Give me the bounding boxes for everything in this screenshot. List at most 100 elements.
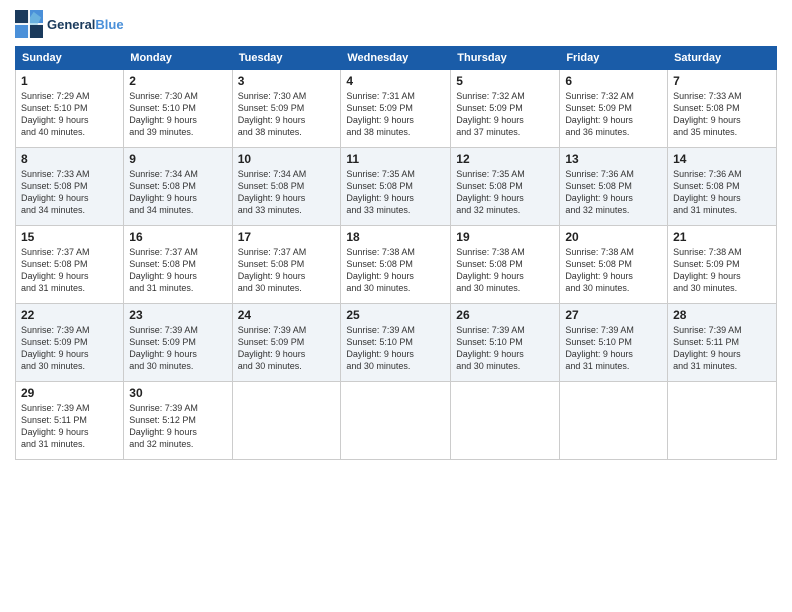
daylight-label: Daylight: 9 hours and 30 minutes.: [21, 349, 89, 371]
day-info: Sunrise: 7:39 AM Sunset: 5:10 PM Dayligh…: [346, 324, 445, 373]
weekday-header-cell: Sunday: [16, 47, 124, 70]
day-info: Sunrise: 7:38 AM Sunset: 5:09 PM Dayligh…: [673, 246, 771, 295]
weekday-header-cell: Monday: [124, 47, 232, 70]
calendar-day-cell: 27 Sunrise: 7:39 AM Sunset: 5:10 PM Dayl…: [560, 304, 668, 382]
day-info: Sunrise: 7:29 AM Sunset: 5:10 PM Dayligh…: [21, 90, 118, 139]
sunrise-label: Sunrise: 7:31 AM: [346, 91, 415, 101]
weekday-header-row: SundayMondayTuesdayWednesdayThursdayFrid…: [16, 47, 777, 70]
calendar-day-cell: 10 Sunrise: 7:34 AM Sunset: 5:08 PM Dayl…: [232, 148, 341, 226]
calendar-day-cell: 28 Sunrise: 7:39 AM Sunset: 5:11 PM Dayl…: [668, 304, 777, 382]
daylight-label: Daylight: 9 hours and 33 minutes.: [346, 193, 414, 215]
sunset-label: Sunset: 5:08 PM: [673, 103, 740, 113]
calendar-day-cell: 23 Sunrise: 7:39 AM Sunset: 5:09 PM Dayl…: [124, 304, 232, 382]
calendar-day-cell: 20 Sunrise: 7:38 AM Sunset: 5:08 PM Dayl…: [560, 226, 668, 304]
day-info: Sunrise: 7:39 AM Sunset: 5:11 PM Dayligh…: [673, 324, 771, 373]
calendar-day-cell: 5 Sunrise: 7:32 AM Sunset: 5:09 PM Dayli…: [451, 70, 560, 148]
calendar-day-cell: 22 Sunrise: 7:39 AM Sunset: 5:09 PM Dayl…: [16, 304, 124, 382]
sunrise-label: Sunrise: 7:37 AM: [21, 247, 90, 257]
daylight-label: Daylight: 9 hours and 35 minutes.: [673, 115, 741, 137]
calendar-day-cell: 3 Sunrise: 7:30 AM Sunset: 5:09 PM Dayli…: [232, 70, 341, 148]
daylight-label: Daylight: 9 hours and 32 minutes.: [456, 193, 524, 215]
sunrise-label: Sunrise: 7:36 AM: [565, 169, 634, 179]
day-info: Sunrise: 7:33 AM Sunset: 5:08 PM Dayligh…: [21, 168, 118, 217]
calendar-day-cell: 7 Sunrise: 7:33 AM Sunset: 5:08 PM Dayli…: [668, 70, 777, 148]
calendar-day-cell: 12 Sunrise: 7:35 AM Sunset: 5:08 PM Dayl…: [451, 148, 560, 226]
sunrise-label: Sunrise: 7:39 AM: [565, 325, 634, 335]
sunrise-label: Sunrise: 7:37 AM: [238, 247, 307, 257]
day-info: Sunrise: 7:32 AM Sunset: 5:09 PM Dayligh…: [565, 90, 662, 139]
daylight-label: Daylight: 9 hours and 32 minutes.: [565, 193, 633, 215]
daylight-label: Daylight: 9 hours and 38 minutes.: [238, 115, 306, 137]
day-info: Sunrise: 7:37 AM Sunset: 5:08 PM Dayligh…: [238, 246, 336, 295]
day-info: Sunrise: 7:35 AM Sunset: 5:08 PM Dayligh…: [346, 168, 445, 217]
day-info: Sunrise: 7:36 AM Sunset: 5:08 PM Dayligh…: [673, 168, 771, 217]
daylight-label: Daylight: 9 hours and 30 minutes.: [238, 271, 306, 293]
calendar-day-cell: 16 Sunrise: 7:37 AM Sunset: 5:08 PM Dayl…: [124, 226, 232, 304]
calendar-day-cell: 18 Sunrise: 7:38 AM Sunset: 5:08 PM Dayl…: [341, 226, 451, 304]
sunset-label: Sunset: 5:09 PM: [673, 259, 740, 269]
day-number: 13: [565, 152, 662, 166]
day-info: Sunrise: 7:31 AM Sunset: 5:09 PM Dayligh…: [346, 90, 445, 139]
sunrise-label: Sunrise: 7:38 AM: [456, 247, 525, 257]
sunrise-label: Sunrise: 7:38 AM: [673, 247, 742, 257]
calendar-day-cell: 8 Sunrise: 7:33 AM Sunset: 5:08 PM Dayli…: [16, 148, 124, 226]
calendar: SundayMondayTuesdayWednesdayThursdayFrid…: [15, 46, 777, 460]
day-number: 11: [346, 152, 445, 166]
daylight-label: Daylight: 9 hours and 32 minutes.: [129, 427, 197, 449]
calendar-week-row: 29 Sunrise: 7:39 AM Sunset: 5:11 PM Dayl…: [16, 382, 777, 460]
calendar-day-cell: 2 Sunrise: 7:30 AM Sunset: 5:10 PM Dayli…: [124, 70, 232, 148]
daylight-label: Daylight: 9 hours and 31 minutes.: [565, 349, 633, 371]
day-info: Sunrise: 7:35 AM Sunset: 5:08 PM Dayligh…: [456, 168, 554, 217]
sunset-label: Sunset: 5:08 PM: [673, 181, 740, 191]
day-number: 10: [238, 152, 336, 166]
sunset-label: Sunset: 5:12 PM: [129, 415, 196, 425]
sunset-label: Sunset: 5:08 PM: [346, 259, 413, 269]
day-number: 8: [21, 152, 118, 166]
day-number: 3: [238, 74, 336, 88]
sunset-label: Sunset: 5:08 PM: [129, 181, 196, 191]
daylight-label: Daylight: 9 hours and 33 minutes.: [238, 193, 306, 215]
sunset-label: Sunset: 5:10 PM: [21, 103, 88, 113]
daylight-label: Daylight: 9 hours and 30 minutes.: [129, 349, 197, 371]
sunrise-label: Sunrise: 7:39 AM: [21, 403, 90, 413]
day-number: 23: [129, 308, 226, 322]
calendar-body: 1 Sunrise: 7:29 AM Sunset: 5:10 PM Dayli…: [16, 70, 777, 460]
daylight-label: Daylight: 9 hours and 37 minutes.: [456, 115, 524, 137]
sunset-label: Sunset: 5:08 PM: [21, 259, 88, 269]
sunset-label: Sunset: 5:09 PM: [565, 103, 632, 113]
sunrise-label: Sunrise: 7:36 AM: [673, 169, 742, 179]
day-info: Sunrise: 7:38 AM Sunset: 5:08 PM Dayligh…: [456, 246, 554, 295]
calendar-day-cell: [560, 382, 668, 460]
sunrise-label: Sunrise: 7:32 AM: [456, 91, 525, 101]
daylight-label: Daylight: 9 hours and 30 minutes.: [346, 271, 414, 293]
calendar-week-row: 1 Sunrise: 7:29 AM Sunset: 5:10 PM Dayli…: [16, 70, 777, 148]
daylight-label: Daylight: 9 hours and 30 minutes.: [456, 271, 524, 293]
day-number: 25: [346, 308, 445, 322]
day-info: Sunrise: 7:39 AM Sunset: 5:10 PM Dayligh…: [565, 324, 662, 373]
calendar-day-cell: [341, 382, 451, 460]
calendar-day-cell: 29 Sunrise: 7:39 AM Sunset: 5:11 PM Dayl…: [16, 382, 124, 460]
daylight-label: Daylight: 9 hours and 36 minutes.: [565, 115, 633, 137]
calendar-week-row: 15 Sunrise: 7:37 AM Sunset: 5:08 PM Dayl…: [16, 226, 777, 304]
day-number: 9: [129, 152, 226, 166]
sunset-label: Sunset: 5:10 PM: [456, 337, 523, 347]
daylight-label: Daylight: 9 hours and 31 minutes.: [129, 271, 197, 293]
sunset-label: Sunset: 5:11 PM: [673, 337, 739, 347]
sunset-label: Sunset: 5:09 PM: [238, 337, 305, 347]
day-number: 6: [565, 74, 662, 88]
sunrise-label: Sunrise: 7:39 AM: [238, 325, 307, 335]
day-number: 7: [673, 74, 771, 88]
day-number: 26: [456, 308, 554, 322]
day-number: 19: [456, 230, 554, 244]
day-number: 1: [21, 74, 118, 88]
weekday-header-cell: Wednesday: [341, 47, 451, 70]
daylight-label: Daylight: 9 hours and 30 minutes.: [346, 349, 414, 371]
day-info: Sunrise: 7:36 AM Sunset: 5:08 PM Dayligh…: [565, 168, 662, 217]
daylight-label: Daylight: 9 hours and 30 minutes.: [456, 349, 524, 371]
sunrise-label: Sunrise: 7:39 AM: [456, 325, 525, 335]
sunrise-label: Sunrise: 7:39 AM: [129, 403, 198, 413]
sunset-label: Sunset: 5:08 PM: [456, 259, 523, 269]
sunset-label: Sunset: 5:08 PM: [129, 259, 196, 269]
day-info: Sunrise: 7:34 AM Sunset: 5:08 PM Dayligh…: [129, 168, 226, 217]
day-info: Sunrise: 7:30 AM Sunset: 5:10 PM Dayligh…: [129, 90, 226, 139]
